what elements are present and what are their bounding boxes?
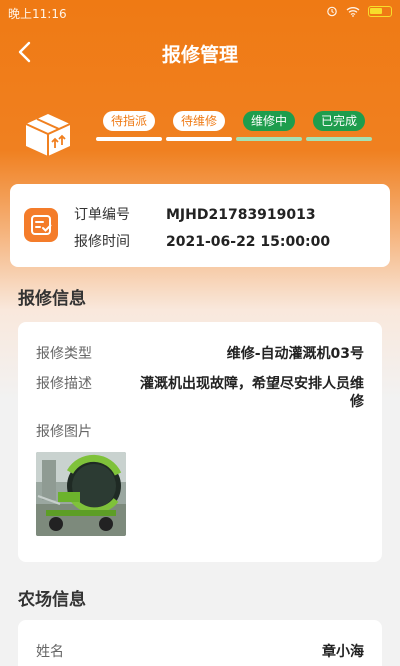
order-card: 订单编号 MJHD21783919013 报修时间 2021-06-22 15:00…	[10, 184, 390, 267]
step-bar	[306, 137, 372, 141]
farm-name-value: 章小海	[322, 644, 364, 660]
repair-info-card: 报修类型 维修-自动灌溉机03号 报修描述 灌溉机出现故障，希望尽安排人员维 修…	[18, 322, 382, 562]
repair-desc-line1: 灌溉机出现故障，希望尽安排人员维	[140, 376, 364, 392]
step-pending-assign: 待指派	[96, 110, 162, 141]
repair-info-title: 报修信息	[18, 289, 86, 309]
repair-images-label: 报修图片	[36, 424, 92, 440]
order-list-icon	[24, 208, 58, 242]
repair-type-value: 维修-自动灌溉机03号	[226, 346, 364, 362]
order-time-row: 报修时间 2021-06-22 15:00:00	[74, 231, 330, 251]
repair-desc-label: 报修描述	[36, 376, 92, 392]
step-repairing: 维修中	[236, 110, 302, 141]
battery-icon	[368, 5, 392, 17]
repair-photo[interactable]	[36, 452, 126, 536]
repair-progress: 待指派 待维修 维修中 已完成	[0, 100, 400, 160]
order-time-value: 2021-06-22 15:00:00	[166, 234, 331, 250]
status-icons	[326, 5, 392, 17]
farm-info-title: 农场信息	[18, 590, 86, 610]
order-number-row: 订单编号 MJHD21783919013	[74, 204, 316, 224]
page-title: 报修管理	[161, 44, 238, 66]
alarm-icon	[327, 6, 337, 17]
step-pending-repair: 待维修	[166, 110, 232, 141]
order-time-label: 报修时间	[74, 234, 130, 250]
order-number-label: 订单编号	[74, 207, 130, 223]
step-label: 待指派	[102, 111, 155, 131]
repair-desc-line2: 修	[350, 394, 364, 410]
step-label: 已完成	[312, 111, 365, 131]
step-bar	[166, 137, 232, 141]
step-bar	[236, 137, 302, 141]
step-label: 维修中	[242, 111, 295, 131]
wifi-icon	[346, 6, 360, 17]
repair-type-label: 报修类型	[36, 346, 92, 362]
step-completed: 已完成	[306, 110, 372, 141]
status-time: 晚上11:16	[8, 7, 67, 21]
status-bar: 晚上11:16	[0, 0, 400, 24]
step-label: 待维修	[172, 111, 225, 131]
nav-bar: 报修管理	[0, 24, 400, 80]
farm-info-card: 姓名 章小海	[18, 620, 382, 666]
package-icon	[25, 114, 71, 156]
step-bar	[96, 137, 162, 141]
order-number-value: MJHD21783919013	[166, 207, 316, 223]
farm-name-label: 姓名	[36, 644, 64, 660]
